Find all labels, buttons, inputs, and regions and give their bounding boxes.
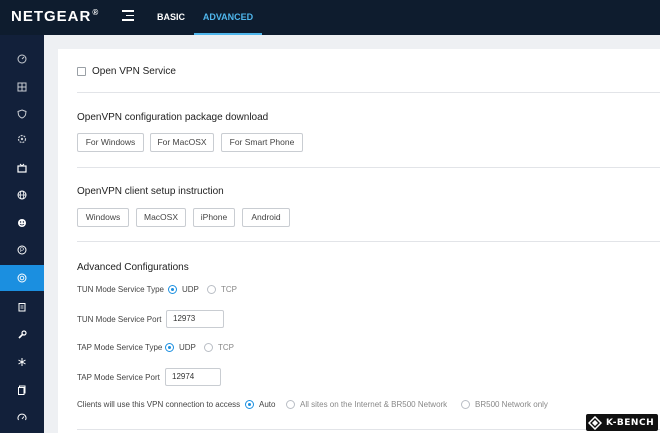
netgear-logo: NETGEAR® — [11, 8, 100, 25]
speed-icon[interactable] — [0, 405, 44, 431]
download-macosx-button[interactable]: For MacOSX — [150, 133, 214, 152]
globe-icon[interactable] — [0, 182, 44, 208]
kbench-logo-icon — [588, 415, 602, 430]
download-section-title: OpenVPN configuration package download — [77, 112, 269, 123]
access-br500-only-radio[interactable]: BR500 Network only — [461, 400, 548, 409]
kbench-watermark: K-BENCH — [586, 414, 658, 431]
vpn-settings-panel: Open VPN Service OpenVPN configuration p… — [58, 49, 660, 433]
open-vpn-checkbox-row[interactable]: Open VPN Service — [77, 66, 176, 77]
parental-icon[interactable]: P — [0, 237, 44, 263]
instruction-windows-button[interactable]: Windows — [77, 208, 129, 227]
access-all-sites-radio[interactable]: All sites on the Internet & BR500 Networ… — [286, 400, 447, 409]
tab-advanced[interactable]: ADVANCED — [194, 0, 262, 35]
settings-icon[interactable] — [0, 126, 44, 152]
sidebar: P — [0, 35, 44, 433]
open-vpn-checkbox[interactable] — [77, 67, 86, 76]
tun-udp-radio[interactable]: UDP — [168, 285, 199, 294]
dashboard-icon[interactable] — [0, 46, 44, 72]
tap-port-label: TAP Mode Service Port — [77, 373, 160, 382]
tab-basic[interactable]: BASIC — [150, 0, 192, 35]
tap-type-label: TAP Mode Service Type — [77, 343, 163, 352]
access-label: Clients will use this VPN connection to … — [77, 400, 241, 409]
menu-toggle-icon[interactable] — [122, 10, 134, 22]
access-auto-radio[interactable]: Auto — [245, 400, 275, 409]
smile-icon[interactable] — [0, 210, 44, 236]
divider — [77, 241, 660, 242]
tun-port-input[interactable]: 12973 — [166, 310, 224, 328]
document-icon[interactable] — [0, 377, 44, 403]
snowflake-icon[interactable] — [0, 349, 44, 375]
kbench-text: K-BENCH — [606, 417, 655, 428]
open-vpn-label: Open VPN Service — [92, 66, 176, 77]
clipboard-icon[interactable] — [0, 294, 44, 320]
wrench-icon[interactable] — [0, 322, 44, 348]
tun-port-label: TUN Mode Service Port — [77, 315, 162, 324]
download-smartphone-button[interactable]: For Smart Phone — [221, 133, 303, 152]
download-windows-button[interactable]: For Windows — [77, 133, 144, 152]
instruction-android-button[interactable]: Android — [242, 208, 290, 227]
divider — [77, 92, 660, 93]
advanced-section-title: Advanced Configurations — [77, 262, 189, 273]
tap-tcp-radio[interactable]: TCP — [204, 343, 234, 352]
instruction-macosx-button[interactable]: MacOSX — [136, 208, 186, 227]
tun-tcp-radio[interactable]: TCP — [207, 285, 237, 294]
tun-type-label: TUN Mode Service Type — [77, 285, 164, 294]
vpn-icon[interactable] — [0, 265, 44, 291]
divider — [77, 429, 660, 430]
tap-port-input[interactable]: 12974 — [165, 368, 221, 386]
divider — [77, 167, 660, 168]
instruction-iphone-button[interactable]: iPhone — [193, 208, 235, 227]
shield-icon[interactable] — [0, 101, 44, 127]
top-bar: NETGEAR® BASIC ADVANCED — [0, 0, 660, 35]
tv-icon[interactable] — [0, 155, 44, 181]
svg-text:P: P — [20, 248, 24, 254]
tap-udp-radio[interactable]: UDP — [165, 343, 196, 352]
instruction-section-title: OpenVPN client setup instruction — [77, 186, 224, 197]
grid-icon[interactable] — [0, 74, 44, 100]
